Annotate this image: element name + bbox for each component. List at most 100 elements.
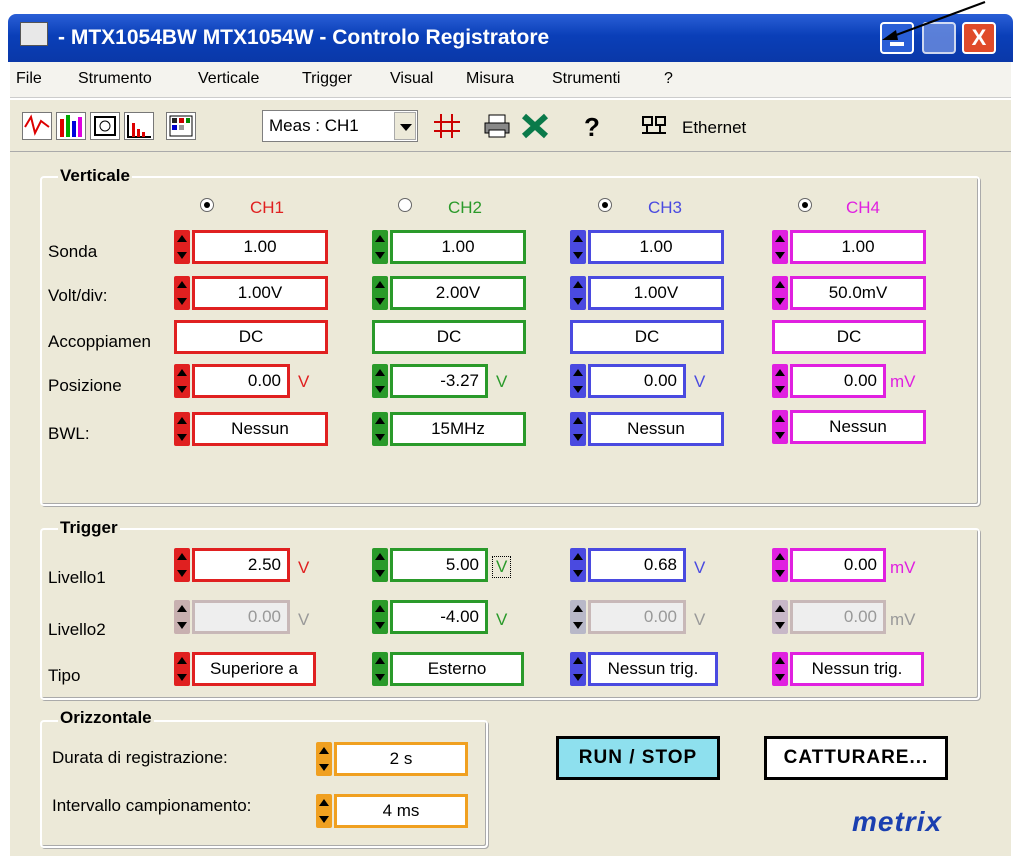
- ch2-radio[interactable]: [398, 198, 412, 212]
- ch4-voltdiv-spinner[interactable]: [772, 276, 788, 310]
- ch2-sonda-spinner[interactable]: [372, 230, 388, 264]
- ch1-type-spinner[interactable]: [174, 652, 190, 686]
- ch4-position-field[interactable]: 0.00: [790, 364, 886, 398]
- window-title: - MTX1054BW MTX1054W - Controlo Registra…: [58, 26, 550, 49]
- menu-file[interactable]: File: [16, 70, 42, 88]
- ch3-type-field[interactable]: Nessun trig.: [588, 652, 718, 686]
- menu-verticale[interactable]: Verticale: [198, 70, 259, 88]
- label-posizione: Posizione: [48, 376, 122, 395]
- ch3-radio[interactable]: [598, 198, 612, 212]
- ch2-bwl-field[interactable]: 15MHz: [390, 412, 526, 446]
- interval-field[interactable]: 4 ms: [334, 794, 468, 828]
- harmonic-mode-icon[interactable]: [124, 112, 154, 140]
- ch4-voltdiv-field[interactable]: 50.0mV: [790, 276, 926, 310]
- label-volt-div: Volt/div:: [48, 286, 108, 305]
- ch2-level1-unit[interactable]: V: [492, 556, 512, 578]
- ch4-level2-spinner: [772, 600, 788, 634]
- oscilloscope-mode-icon[interactable]: [22, 112, 52, 140]
- ch2-bwl-spinner[interactable]: [372, 412, 388, 446]
- ch3-level1-spinner[interactable]: [570, 548, 586, 582]
- ch3-level1-unit: V: [694, 558, 706, 577]
- capture-button[interactable]: CATTURARE...: [764, 736, 948, 780]
- ch3-sonda-field[interactable]: 1.00: [588, 230, 724, 264]
- ch2-sonda-field[interactable]: 1.00: [390, 230, 526, 264]
- grid-palette-icon[interactable]: [166, 112, 196, 140]
- interval-spinner[interactable]: [316, 794, 332, 828]
- ch3-bwl-field[interactable]: Nessun: [588, 412, 724, 446]
- ch1-bwl-field[interactable]: Nessun: [192, 412, 328, 446]
- menu-visual[interactable]: Visual: [390, 70, 433, 88]
- ch2-level1-field[interactable]: 5.00: [390, 548, 488, 582]
- ch1-voltdiv-field[interactable]: 1.00V: [192, 276, 328, 310]
- chevron-down-icon[interactable]: [394, 112, 416, 140]
- ch2-voltdiv-spinner[interactable]: [372, 276, 388, 310]
- ch3-position-field[interactable]: 0.00: [588, 364, 686, 398]
- ch3-header: CH3: [648, 198, 683, 217]
- duration-spinner[interactable]: [316, 742, 332, 776]
- ch1-type-field[interactable]: Superiore a: [192, 652, 316, 686]
- ch4-radio[interactable]: [798, 198, 812, 212]
- export-excel-icon[interactable]: [520, 112, 550, 140]
- ch3-level2-spinner: [570, 600, 586, 634]
- ch4-bwl-spinner[interactable]: [772, 410, 788, 444]
- ch3-position-spinner[interactable]: [570, 364, 586, 398]
- ch2-type-spinner[interactable]: [372, 652, 388, 686]
- ch3-voltdiv-spinner[interactable]: [570, 276, 586, 310]
- menu-trigger[interactable]: Trigger: [302, 70, 352, 88]
- grid-icon[interactable]: [432, 112, 462, 140]
- ethernet-icon[interactable]: [640, 114, 670, 140]
- ch2-level2-field[interactable]: -4.00: [390, 600, 488, 634]
- menu-help[interactable]: ?: [664, 70, 673, 88]
- label-tipo: Tipo: [48, 666, 81, 685]
- meas-select[interactable]: Meas : CH1: [262, 110, 418, 142]
- ch1-sonda-field[interactable]: 1.00: [192, 230, 328, 264]
- ch1-bwl-spinner[interactable]: [174, 412, 190, 446]
- ch3-coupling-field[interactable]: DC: [570, 320, 724, 354]
- ch1-position-spinner[interactable]: [174, 364, 190, 398]
- ch1-voltdiv-spinner[interactable]: [174, 276, 190, 310]
- ch4-position-spinner[interactable]: [772, 364, 788, 398]
- duration-field[interactable]: 2 s: [334, 742, 468, 776]
- help-icon[interactable]: ?: [584, 112, 610, 142]
- ch2-position-spinner[interactable]: [372, 364, 388, 398]
- ch3-voltdiv-field[interactable]: 1.00V: [588, 276, 724, 310]
- app-icon[interactable]: [20, 22, 48, 46]
- ch3-level1-field[interactable]: 0.68: [588, 548, 686, 582]
- ch1-sonda-spinner[interactable]: [174, 230, 190, 264]
- ch1-position-field[interactable]: 0.00: [192, 364, 290, 398]
- ch4-level1-spinner[interactable]: [772, 548, 788, 582]
- ch4-sonda-spinner[interactable]: [772, 230, 788, 264]
- ch2-coupling-field[interactable]: DC: [372, 320, 526, 354]
- ch1-coupling-field[interactable]: DC: [174, 320, 328, 354]
- ch2-position-field[interactable]: -3.27: [390, 364, 488, 398]
- ch1-level2-field: 0.00: [192, 600, 290, 634]
- ch3-type-spinner[interactable]: [570, 652, 586, 686]
- ch4-bwl-field[interactable]: Nessun: [790, 410, 926, 444]
- ch4-coupling-field[interactable]: DC: [772, 320, 926, 354]
- ch2-type-field[interactable]: Esterno: [390, 652, 524, 686]
- ch1-level1-field[interactable]: 2.50: [192, 548, 290, 582]
- ch1-radio[interactable]: [200, 198, 214, 212]
- run-stop-button[interactable]: RUN / STOP: [556, 736, 720, 780]
- ch4-type-spinner[interactable]: [772, 652, 788, 686]
- menu-strumento[interactable]: Strumento: [78, 70, 152, 88]
- ch3-sonda-spinner[interactable]: [570, 230, 586, 264]
- ch4-type-field[interactable]: Nessun trig.: [790, 652, 924, 686]
- ch3-bwl-spinner[interactable]: [570, 412, 586, 446]
- ch2-level2-unit: V: [496, 610, 508, 629]
- ch4-level1-unit: mV: [890, 558, 916, 577]
- label-duration: Durata di registrazione:: [52, 748, 228, 767]
- ch2-level2-spinner[interactable]: [372, 600, 388, 634]
- print-icon[interactable]: [482, 112, 512, 140]
- recorder-mode-icon[interactable]: [56, 112, 86, 140]
- menu-strumenti[interactable]: Strumenti: [552, 70, 620, 88]
- ch2-header: CH2: [448, 198, 483, 217]
- ch2-level1-spinner[interactable]: [372, 548, 388, 582]
- analysis-mode-icon[interactable]: [90, 112, 120, 140]
- ch4-sonda-field[interactable]: 1.00: [790, 230, 926, 264]
- ch4-level1-field[interactable]: 0.00: [790, 548, 886, 582]
- label-livello2: Livello2: [48, 620, 106, 639]
- ch1-level1-spinner[interactable]: [174, 548, 190, 582]
- ch2-voltdiv-field[interactable]: 2.00V: [390, 276, 526, 310]
- menu-misura[interactable]: Misura: [466, 70, 514, 88]
